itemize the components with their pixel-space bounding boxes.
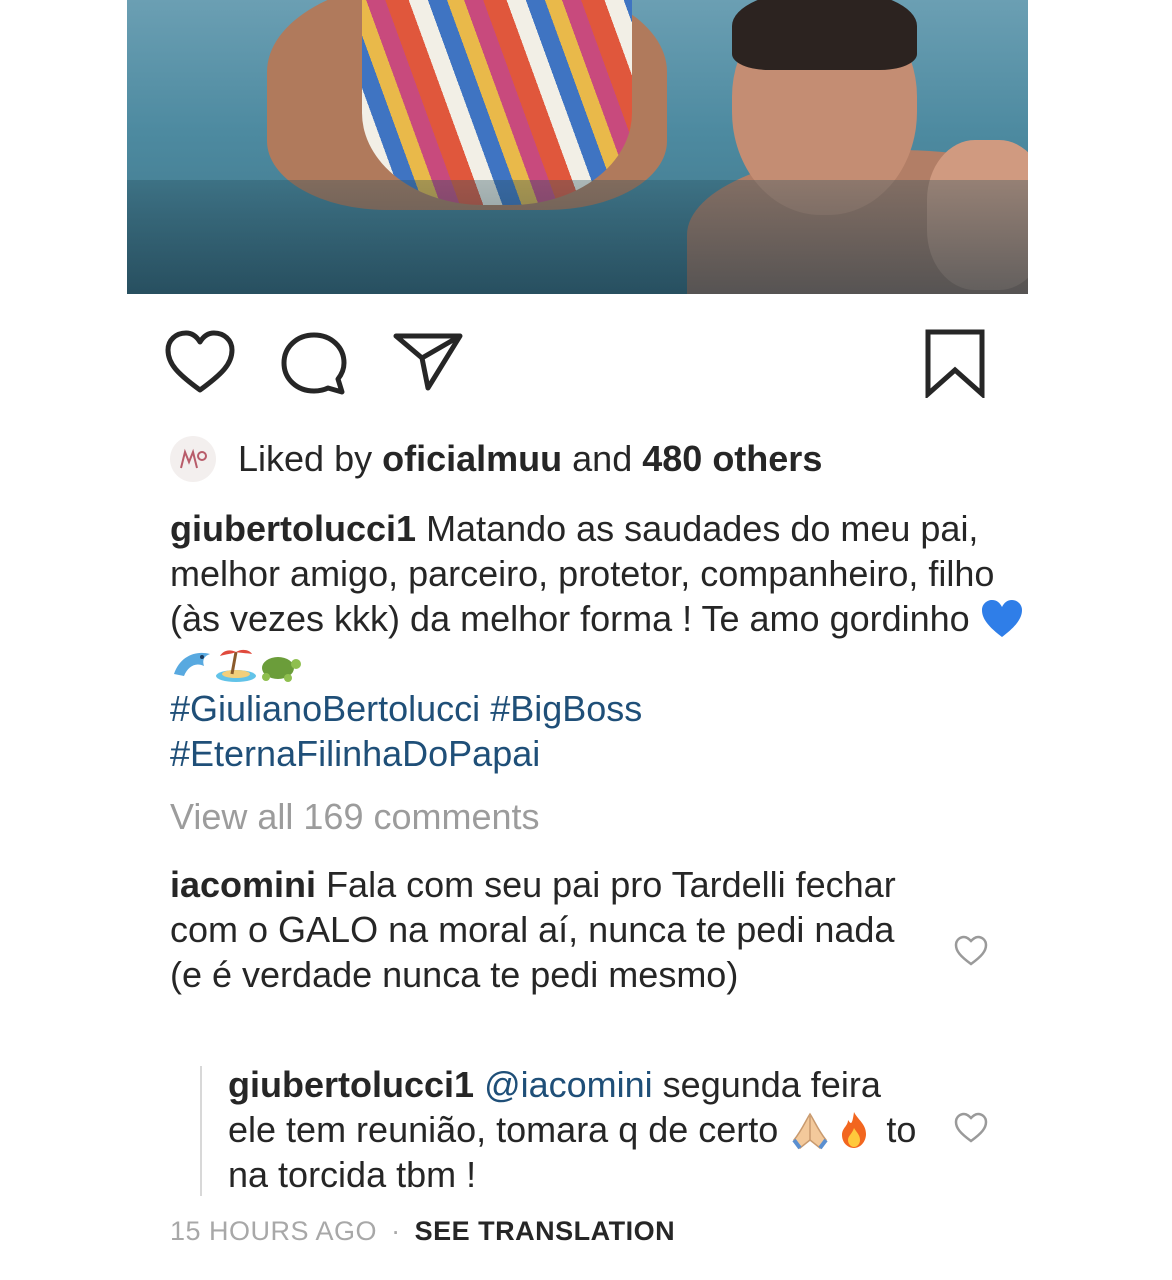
likes-summary[interactable]: Liked by oficialmuu and 480 others [170,436,822,482]
liker-logo-icon [180,448,207,469]
island-icon [216,649,256,682]
likes-prefix: Liked by [238,438,373,479]
folded-hands-icon [792,1112,828,1150]
likes-connector: and [572,438,633,479]
send-icon[interactable] [392,330,464,392]
comment-username[interactable]: iacomini [170,864,316,905]
photo-water [127,180,1028,294]
post-photo[interactable] [127,0,1028,294]
comment-icon[interactable] [278,330,350,396]
view-all-comments-link[interactable]: View all 169 comments [170,796,540,838]
reply-item: giubertolucci1 @iacomini segunda feira e… [228,1062,928,1197]
liker-username[interactable]: oficialmuu [382,438,562,479]
meta-separator: · [391,1216,401,1246]
hashtag-link[interactable]: #EternaFilinhaDoPapai [170,733,540,774]
hashtag-link[interactable]: #GiulianoBertolucci [170,688,480,729]
reply-thread-line [200,1066,202,1196]
heart-icon[interactable] [164,330,236,394]
post-timestamp: 15 HOURS AGO [170,1216,378,1246]
liker-avatar[interactable] [170,436,216,482]
blue-heart-icon [981,600,1022,637]
comment-item: iacomini Fala com seu pai pro Tardelli f… [170,862,930,997]
post-caption: giubertolucci1 Matando as saudades do me… [170,506,1030,776]
turtle-icon [262,657,301,682]
caption-username[interactable]: giubertolucci1 [170,508,416,549]
photo-person-right-hair [732,0,917,70]
reply-like-icon[interactable] [953,1112,989,1144]
photo-swimsuit [362,0,632,205]
comment-like-icon[interactable] [953,935,989,967]
reply-mention[interactable]: @iacomini [484,1064,653,1105]
reply-username[interactable]: giubertolucci1 [228,1064,474,1105]
post-meta: 15 HOURS AGO · SEE TRANSLATION [170,1216,675,1247]
likes-text: Liked by oficialmuu and 480 others [238,438,822,480]
likes-others-count[interactable]: 480 others [642,438,822,479]
bookmark-icon[interactable] [922,328,988,398]
hashtag-link[interactable]: #BigBoss [490,688,642,729]
fire-icon [842,1112,867,1148]
see-translation-link[interactable]: SEE TRANSLATION [415,1216,676,1246]
dolphin-icon [174,652,210,676]
